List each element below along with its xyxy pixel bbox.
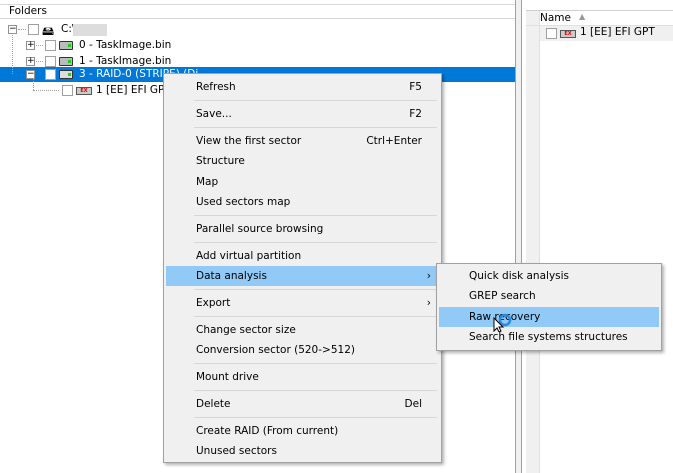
menu-item-grep-search[interactable]: GREP search — [439, 286, 659, 306]
expand-toggle[interactable]: + — [26, 57, 35, 66]
list-row[interactable]: EX 1 [EE] EFI GPT — [540, 26, 673, 41]
menu-item-raw-recovery[interactable]: Raw recovery — [439, 307, 659, 327]
checkbox[interactable] — [62, 85, 73, 96]
raid-icon — [59, 70, 73, 79]
checkbox[interactable] — [45, 56, 56, 67]
submenu-arrow-icon: › — [426, 297, 431, 309]
menu-item-mount-drive[interactable]: Mount drive — [166, 367, 439, 387]
disk-image-icon — [59, 41, 73, 50]
context-menu: Refresh F5 Save... F2 View the first secto… — [163, 73, 442, 463]
redacted-block — [73, 24, 107, 36]
data-analysis-submenu: Quick disk analysis GREP search Raw reco… — [436, 263, 662, 351]
menu-item-create-raid[interactable]: Create RAID (From current) — [166, 421, 439, 441]
expand-toggle[interactable]: + — [26, 41, 35, 50]
checkbox[interactable] — [546, 28, 557, 39]
menu-item-view-first-sector[interactable]: View the first sector Ctrl+Enter — [166, 131, 439, 151]
checkbox[interactable] — [28, 24, 39, 35]
menu-item-conversion-sector[interactable]: Conversion sector (520->512) — [166, 340, 439, 360]
partition-icon: EX — [560, 30, 576, 38]
menu-item-save[interactable]: Save... F2 — [166, 104, 439, 124]
collapse-toggle[interactable]: − — [26, 70, 35, 79]
menu-item-refresh[interactable]: Refresh F5 — [166, 77, 439, 97]
checkbox[interactable] — [45, 40, 56, 51]
checkbox[interactable] — [45, 69, 56, 80]
menu-item-map[interactable]: Map — [166, 172, 439, 192]
menu-item-unused-sectors[interactable]: Unused sectors — [166, 441, 439, 461]
menu-item-used-sectors-map[interactable]: Used sectors map — [166, 192, 439, 212]
menu-item-search-fs-structures[interactable]: Search file systems structures — [439, 327, 659, 347]
menu-item-data-analysis[interactable]: Data analysis › — [166, 266, 439, 286]
tree-node-efi-gpt[interactable]: 1 [EE] EFI GPT — [96, 82, 171, 98]
file-list-pane: Name ▲ EX 1 [EE] EFI GPT — [522, 0, 673, 473]
mouse-cursor-busy-icon — [493, 313, 512, 332]
menu-item-structure[interactable]: Structure — [166, 151, 439, 171]
disk-image-icon — [59, 57, 73, 66]
sort-ascending-icon: ▲ — [579, 12, 586, 21]
collapse-toggle[interactable]: − — [8, 25, 17, 34]
tree-node-taskimage-0[interactable]: 0 - TaskImage.bin — [79, 37, 171, 53]
menu-item-quick-disk-analysis[interactable]: Quick disk analysis — [439, 266, 659, 286]
menu-item-delete[interactable]: Delete Del — [166, 394, 439, 414]
menu-item-add-virtual-partition[interactable]: Add virtual partition — [166, 246, 439, 266]
menu-item-export[interactable]: Export › — [166, 293, 439, 313]
menu-item-change-sector-size[interactable]: Change sector size — [166, 320, 439, 340]
folders-header: Folders — [0, 4, 515, 19]
list-item-label: 1 [EE] EFI GPT — [580, 26, 655, 38]
menu-item-parallel-source-browsing[interactable]: Parallel source browsing — [166, 219, 439, 239]
submenu-arrow-icon: › — [426, 270, 431, 282]
column-header-name[interactable]: Name — [540, 12, 571, 24]
partition-icon: EX — [76, 87, 92, 95]
